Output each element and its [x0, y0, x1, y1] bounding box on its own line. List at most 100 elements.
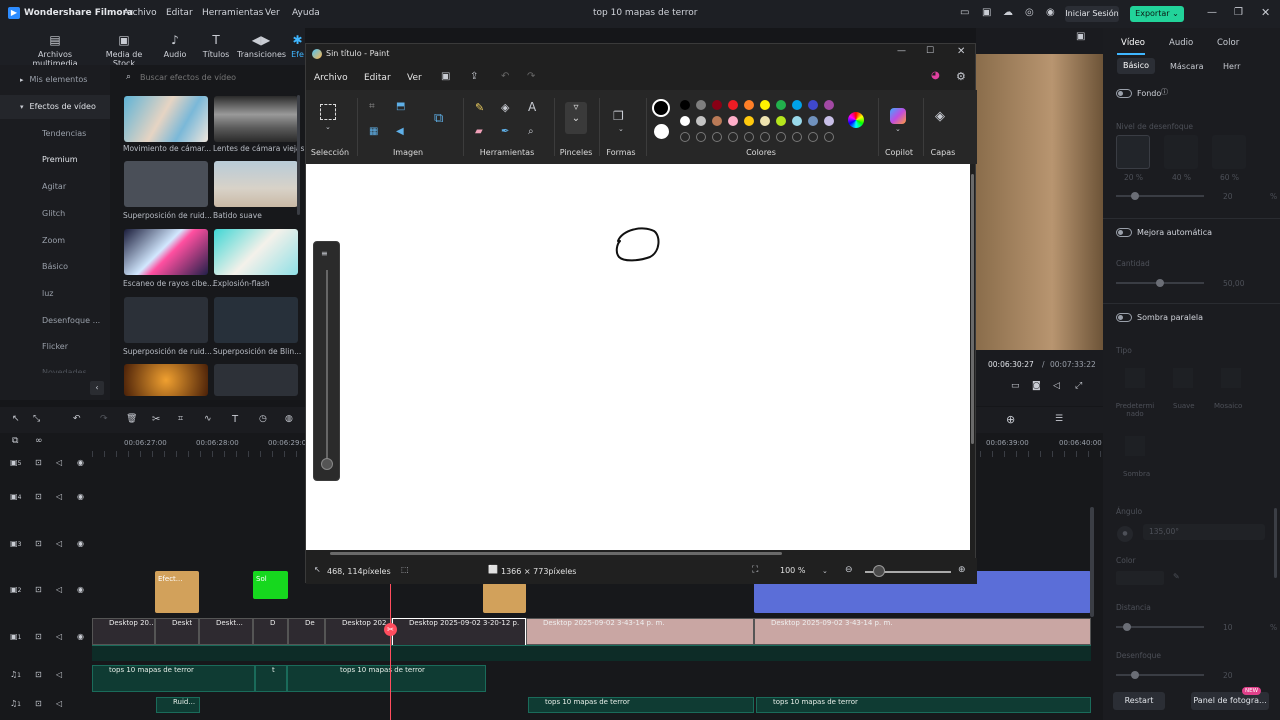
- subtab-mascara[interactable]: Máscara: [1170, 62, 1203, 71]
- color-icon[interactable]: ◍: [285, 415, 293, 424]
- color-swatch[interactable]: [776, 100, 786, 110]
- lock-icon[interactable]: ⊡: [35, 633, 42, 641]
- color-swatch[interactable]: [776, 116, 786, 126]
- speed-icon[interactable]: ◷: [259, 415, 267, 424]
- mute-icon[interactable]: ◁: [56, 493, 62, 501]
- paint-share-icon[interactable]: ⇪: [470, 72, 478, 82]
- audio-clip[interactable]: tops 10 mapas de terror: [287, 665, 486, 692]
- angle-dial-icon[interactable]: ●: [1117, 526, 1133, 542]
- paint-minimize-icon[interactable]: —: [897, 47, 906, 56]
- fill-icon[interactable]: ◈: [501, 102, 509, 113]
- eye-icon[interactable]: ◉: [77, 493, 84, 501]
- primary-color[interactable]: [652, 99, 670, 117]
- category-mis-elementos[interactable]: ▸ Mis elementos: [0, 68, 110, 92]
- select-tool-icon[interactable]: ↖: [12, 415, 20, 424]
- color-swatch[interactable]: [744, 132, 754, 142]
- menu-editar[interactable]: Editar: [166, 8, 193, 18]
- color-swatch[interactable]: [792, 132, 802, 142]
- color-swatch[interactable]: [808, 132, 818, 142]
- nivel-value[interactable]: 20: [1223, 192, 1233, 201]
- eraser-icon[interactable]: ▰: [475, 127, 483, 137]
- eyedropper-icon[interactable]: ✎: [1173, 573, 1180, 581]
- color-swatch[interactable]: [824, 116, 834, 126]
- video-clip[interactable]: Desktop 202: [325, 618, 392, 645]
- tab-media-stock[interactable]: ▣ Media de Stock: [95, 34, 153, 68]
- desenfoque-value[interactable]: 20: [1223, 671, 1233, 680]
- audio-wave-icon[interactable]: ∿: [204, 415, 212, 424]
- eye-icon[interactable]: ◉: [77, 586, 84, 594]
- tab-transiciones[interactable]: ◀▶ Transiciones: [237, 34, 286, 59]
- color-swatch[interactable]: [712, 132, 722, 142]
- color-swatch[interactable]: [696, 116, 706, 126]
- color-swatch[interactable]: [712, 100, 722, 110]
- color-picker[interactable]: [1116, 571, 1164, 585]
- subtab-herramientas[interactable]: Herr: [1223, 62, 1245, 71]
- effects-search-input[interactable]: [140, 70, 300, 84]
- minimize-icon[interactable]: —: [1207, 8, 1217, 18]
- color-wheel-icon[interactable]: [848, 112, 864, 128]
- canvas-vscrollbar[interactable]: [971, 174, 974, 444]
- layers-icon[interactable]: ◈: [935, 110, 945, 123]
- fit-screen-icon[interactable]: ⛶: [752, 566, 758, 575]
- color-swatch[interactable]: [808, 116, 818, 126]
- redo-icon[interactable]: ↷: [100, 415, 108, 424]
- secondary-color[interactable]: [654, 124, 669, 139]
- brush-size-slider[interactable]: [326, 270, 328, 460]
- category-zoom[interactable]: Zoom: [0, 229, 110, 253]
- image-ai-icon[interactable]: ⧉: [434, 112, 443, 125]
- shadow-type-default[interactable]: [1125, 368, 1145, 388]
- copilot-icon[interactable]: [890, 108, 906, 124]
- paint-close-icon[interactable]: ✕: [957, 47, 965, 57]
- video-clip[interactable]: Desktop 2025-09-02 3-43-14 p. m.: [526, 618, 754, 645]
- effects-scrollbar[interactable]: [297, 95, 300, 215]
- effect-thumbnail[interactable]: [124, 364, 208, 396]
- close-icon[interactable]: ✕: [1261, 7, 1270, 18]
- zoom-out-icon[interactable]: ⊖: [845, 566, 853, 575]
- text-tool-icon[interactable]: T: [232, 415, 238, 425]
- mute-icon[interactable]: ◁: [56, 671, 62, 679]
- mute-icon[interactable]: ◁: [56, 459, 62, 467]
- eye-icon[interactable]: ◉: [77, 633, 84, 641]
- category-agitar[interactable]: Agitar: [0, 175, 110, 199]
- menu-ver[interactable]: Ver: [265, 8, 280, 18]
- monitor-icon[interactable]: ▭: [1011, 382, 1020, 391]
- video-clip[interactable]: De: [288, 618, 325, 645]
- mute-icon[interactable]: ◁: [56, 540, 62, 548]
- effect-clip[interactable]: Efect...: [155, 571, 199, 613]
- menu-ayuda[interactable]: Ayuda: [292, 8, 320, 18]
- tab-audio[interactable]: Audio: [1169, 38, 1193, 48]
- paint-undo-icon[interactable]: ↶: [501, 72, 509, 82]
- resize-icon[interactable]: ⬒: [396, 102, 405, 112]
- restart-button[interactable]: Restart: [1113, 692, 1165, 710]
- pencil-icon[interactable]: ✎: [475, 102, 484, 113]
- color-swatch[interactable]: [728, 132, 738, 142]
- lock-icon[interactable]: ⊡: [35, 700, 42, 708]
- screen-settings-icon[interactable]: ▣: [1076, 32, 1085, 42]
- video-clip[interactable]: Deskt...: [199, 618, 253, 645]
- effect-thumbnail[interactable]: [214, 364, 298, 396]
- undo-icon[interactable]: ↶: [73, 415, 81, 424]
- color-swatch[interactable]: [792, 116, 802, 126]
- audio-clip[interactable]: tops 10 mapas de terror: [756, 697, 1091, 713]
- category-glitch[interactable]: Glitch: [0, 202, 110, 226]
- tab-efectos[interactable]: ✱ Efe: [290, 34, 305, 59]
- paint-canvas[interactable]: [306, 164, 970, 550]
- magnet-icon[interactable]: ∞: [35, 437, 43, 446]
- restore-icon[interactable]: ❐: [1234, 8, 1243, 18]
- link-icon[interactable]: ⧉: [12, 437, 18, 446]
- eye-icon[interactable]: ◉: [77, 540, 84, 548]
- crop-icon[interactable]: ⌗: [178, 415, 183, 424]
- blur-option-40[interactable]: [1164, 135, 1198, 169]
- magnifier-icon[interactable]: ⌕: [528, 127, 534, 137]
- paint-settings-icon[interactable]: ⚙: [956, 71, 966, 82]
- color-swatch[interactable]: [776, 132, 786, 142]
- signin-button[interactable]: Iniciar Sesión: [1065, 6, 1119, 22]
- slider-knob[interactable]: [1131, 192, 1139, 200]
- paint-redo-icon[interactable]: ↷: [527, 72, 535, 82]
- color-swatch[interactable]: [792, 100, 802, 110]
- lock-icon[interactable]: ⊡: [35, 540, 42, 548]
- effect-thumbnail[interactable]: [124, 161, 208, 207]
- select-all-icon[interactable]: ▦: [369, 127, 378, 137]
- export-button[interactable]: Exportar ⌄: [1130, 6, 1184, 22]
- mute-icon[interactable]: ◁: [56, 633, 62, 641]
